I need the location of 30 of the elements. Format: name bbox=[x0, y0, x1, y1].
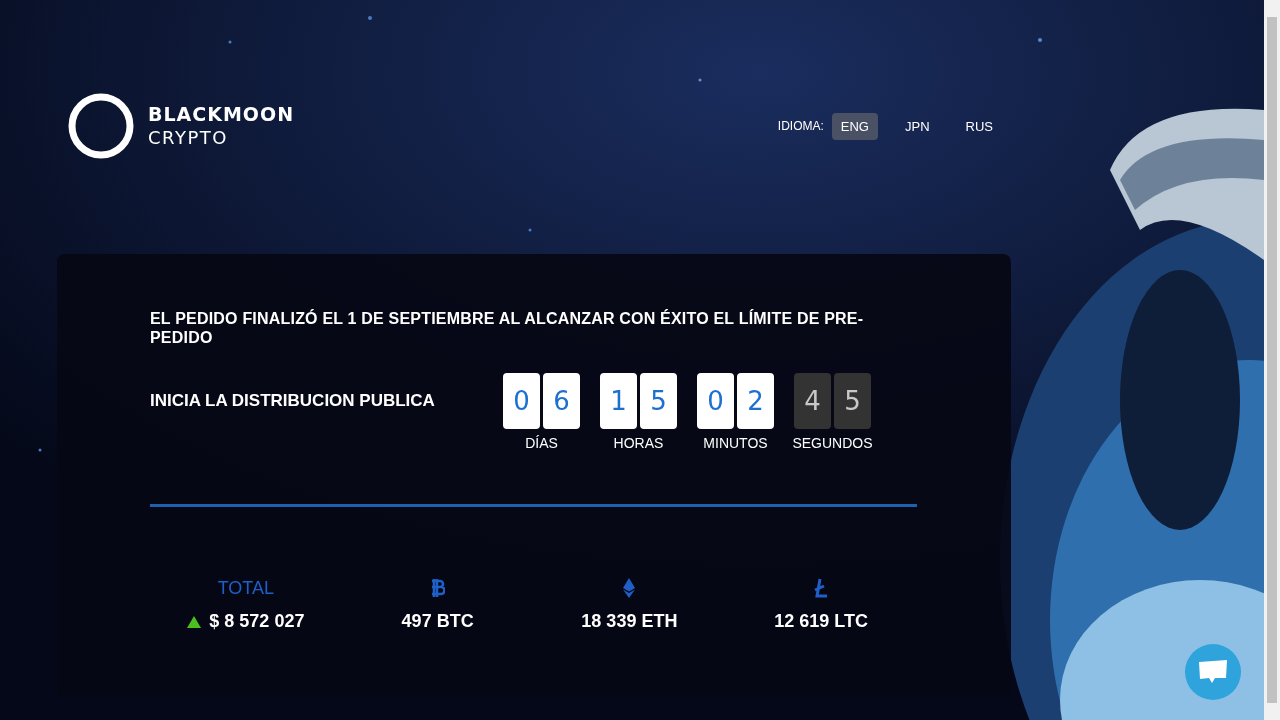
unit-label: DÍAS bbox=[525, 435, 558, 451]
logo-ring-icon bbox=[68, 93, 134, 159]
litecoin-icon bbox=[814, 578, 829, 598]
amount-text: $ 8 572 027 bbox=[209, 611, 305, 632]
logo-title: BLACKMOON bbox=[148, 102, 295, 126]
digit-card: 6 bbox=[543, 373, 580, 429]
logo-subtitle: CRYPTO bbox=[148, 126, 229, 150]
amount-text: 12 619 LTC bbox=[774, 611, 868, 632]
total-heading: TOTAL bbox=[217, 577, 275, 599]
digit-card: 5 bbox=[640, 373, 677, 429]
language-label: IDIOMA: bbox=[777, 119, 824, 133]
language-button[interactable]: RUS bbox=[956, 112, 1002, 140]
scrollbar[interactable] bbox=[1264, 0, 1280, 720]
notice-text: EL PEDIDO FINALIZÓ EL 1 DE SEPTIEMBRE AL ALCANZAR CON ÉXITO EL LÍMITE DE PRE-PEDIDO bbox=[150, 309, 865, 347]
bitcoin-icon bbox=[430, 578, 445, 598]
digit-card: 1 bbox=[600, 373, 637, 429]
digit-card: 0 bbox=[697, 373, 734, 429]
digit-card: 4 bbox=[794, 373, 831, 429]
chat-bubble-icon bbox=[1198, 659, 1228, 685]
unit-label: SEGUNDOS bbox=[792, 435, 873, 451]
unit-label: MINUTOS bbox=[703, 435, 768, 451]
countdown-label: INICIA LA DISTRIBUCION PUBLICA bbox=[150, 390, 436, 412]
language-button[interactable]: JPN bbox=[896, 112, 939, 140]
amount-text: 18 339 ETH bbox=[581, 611, 678, 632]
ethereum-icon bbox=[623, 578, 636, 598]
digit-card: 5 bbox=[834, 373, 871, 429]
digit-card: 0 bbox=[503, 373, 540, 429]
amount-text: 497 BTC bbox=[401, 611, 474, 632]
unit-label: HORAS bbox=[613, 435, 664, 451]
digit-card: 2 bbox=[737, 373, 774, 429]
